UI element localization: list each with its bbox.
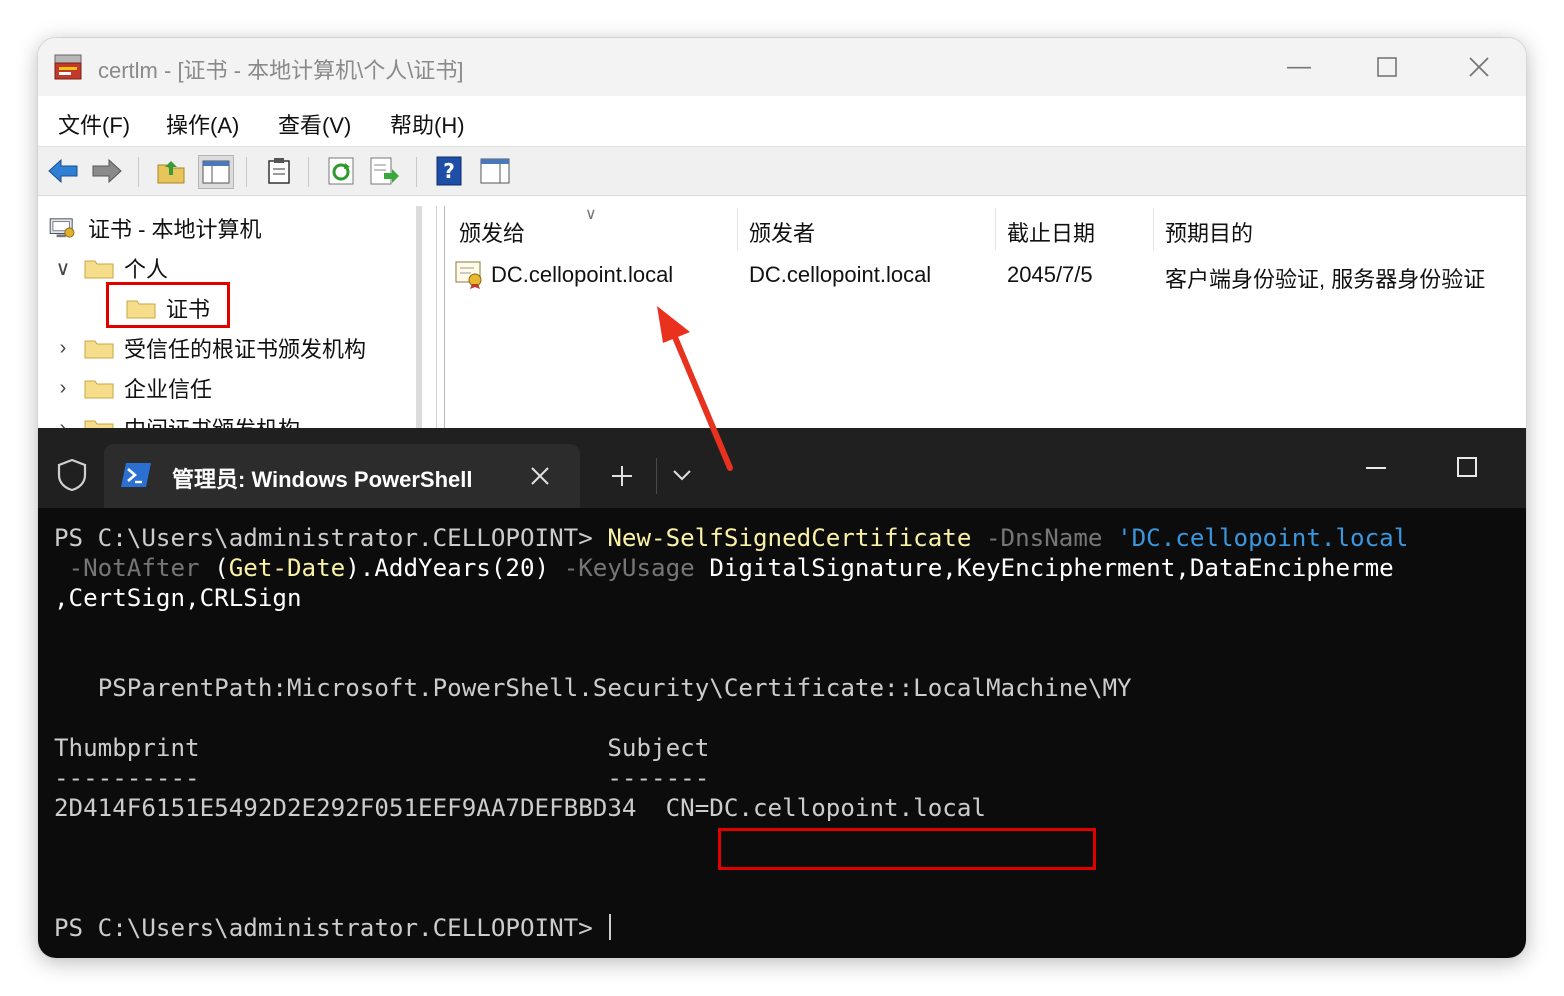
screenshot-frame: certlm - [证书 - 本地计算机\个人\证书] — 文件(F) 操作(A…: [38, 38, 1526, 958]
annotation-arrow-icon: [657, 306, 733, 471]
